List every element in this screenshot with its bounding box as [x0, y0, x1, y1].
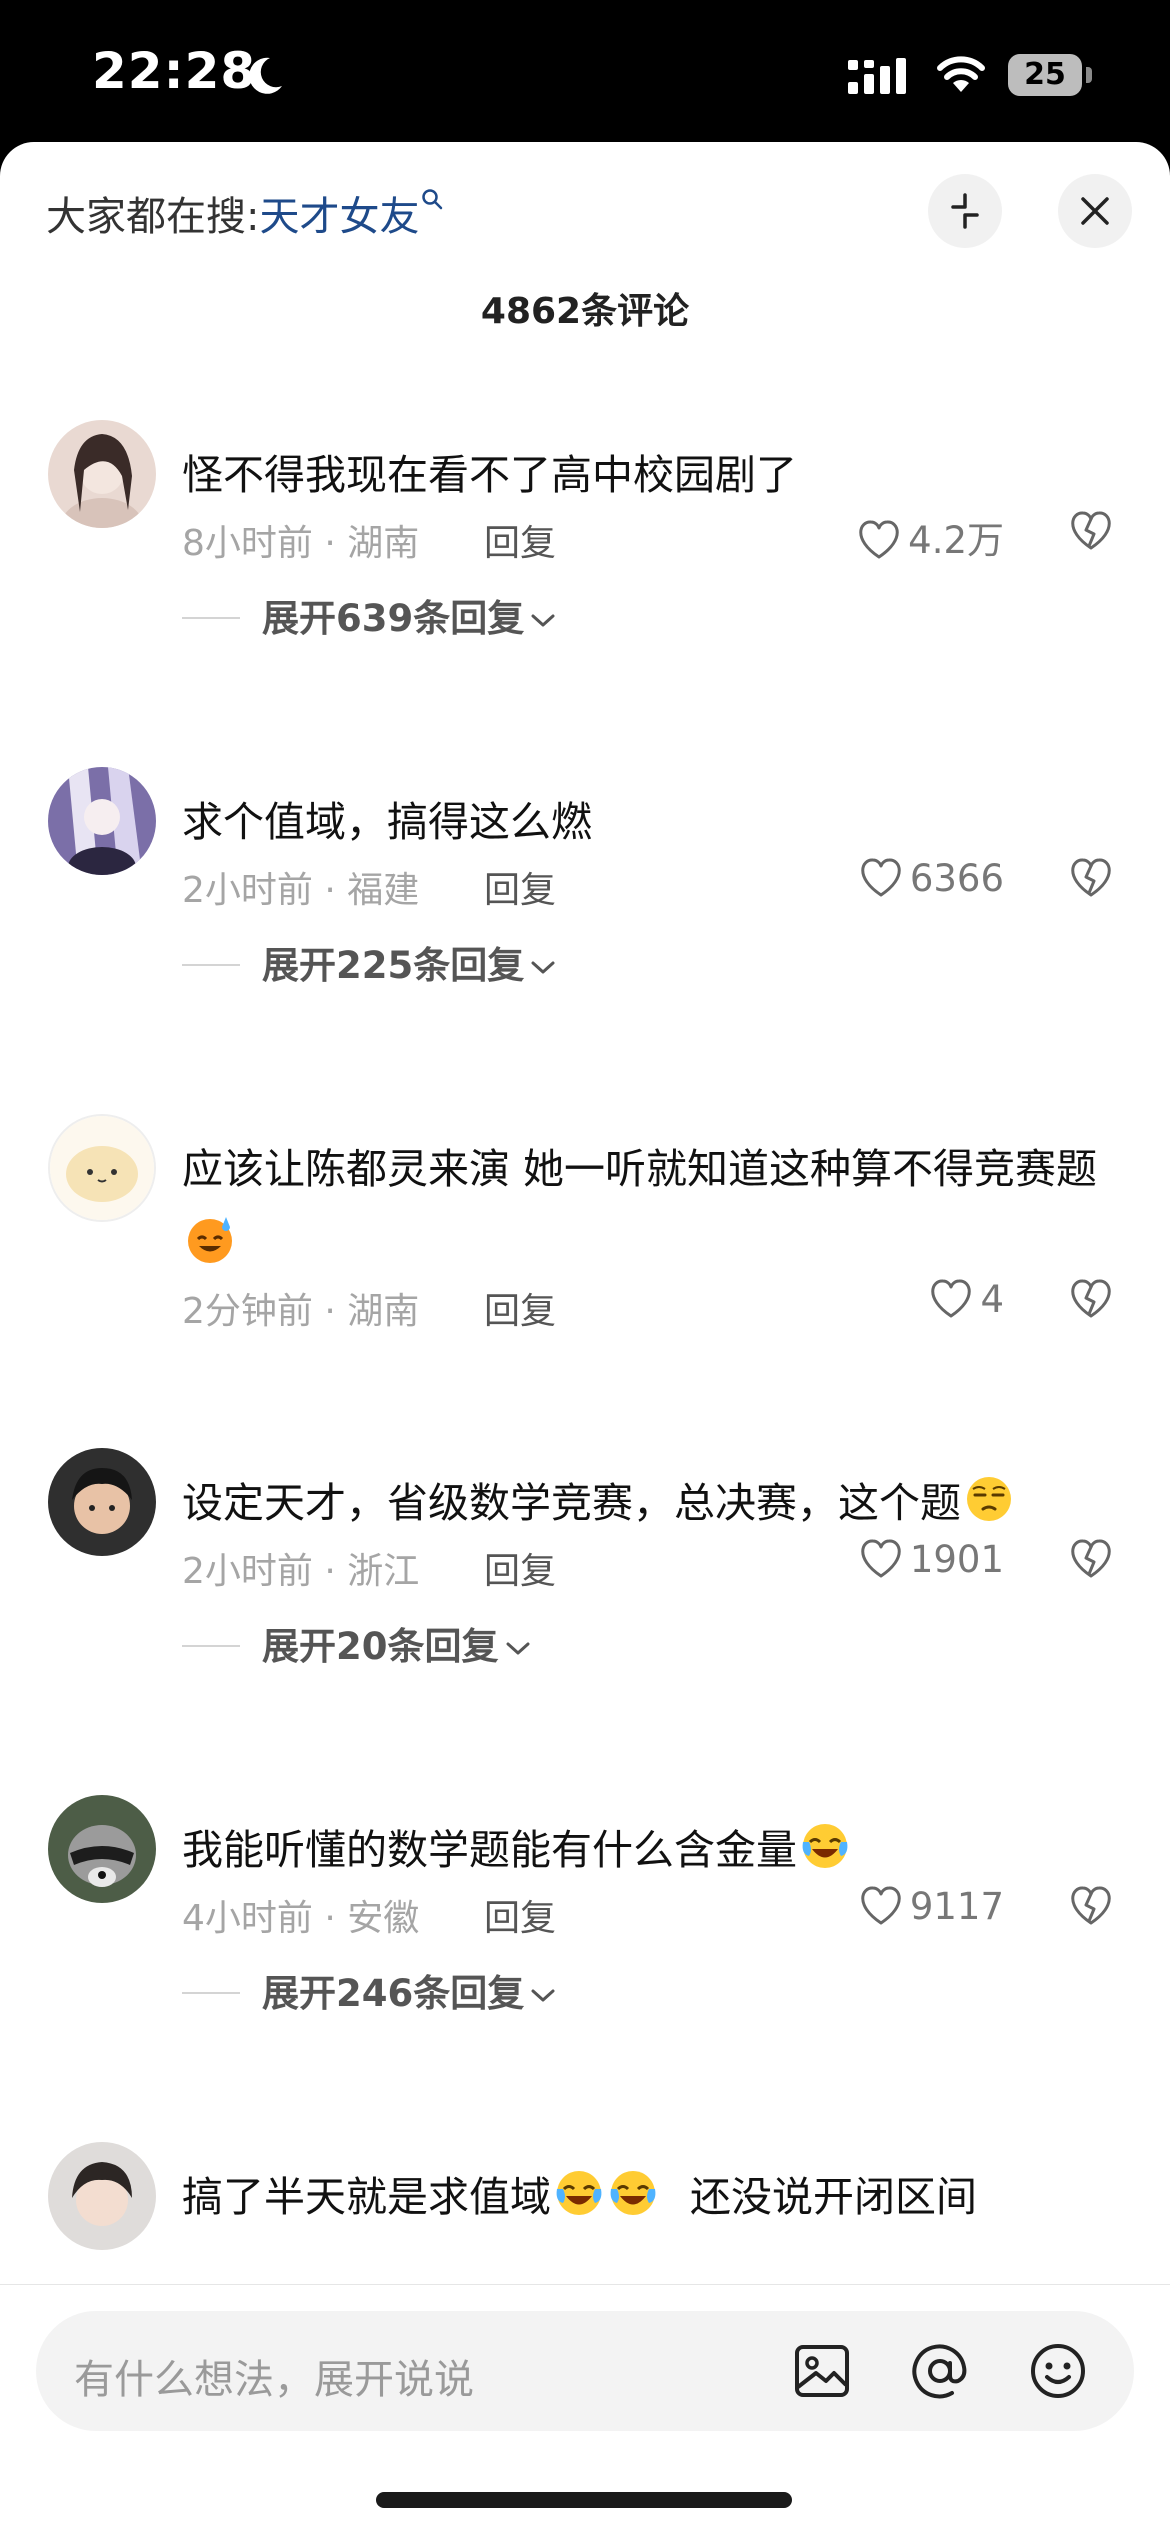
divider — [182, 964, 240, 966]
chevron-down-icon — [531, 614, 555, 627]
like-count: 9117 — [909, 1885, 1004, 1928]
expand-replies[interactable]: 展开20条回复 — [182, 1616, 531, 1670]
unamused-face-emoji-icon — [967, 1477, 1011, 1521]
divider — [182, 1992, 240, 1994]
reply-button[interactable]: 回复 — [484, 861, 556, 913]
chevron-down-icon — [531, 1989, 555, 2002]
comment-text: 设定天才，省级数学竞赛，总决赛，这个题 — [182, 1466, 1122, 1540]
comment-text: 求个值域，搞得这么燃 — [182, 798, 592, 846]
input-placeholder: 有什么想法，展开说说 — [74, 2357, 474, 2403]
comment-text-content: 设定天才，省级数学竞赛，总决赛，这个题 — [182, 1479, 961, 1527]
comment-meta: 2小时前 · 福建 — [182, 870, 420, 911]
dislike-icon[interactable] — [1068, 857, 1114, 899]
heart-icon — [861, 1539, 901, 1578]
like-count: 4.2万 — [908, 519, 1004, 562]
divider — [182, 617, 240, 619]
reply-button[interactable]: 回复 — [484, 1282, 556, 1334]
status-time: 22:28 — [92, 42, 257, 100]
comment-text: 应该让陈都灵来演 她一听就知道这种算不得竞赛题 — [182, 1132, 1142, 1280]
search-prefix: 大家都在搜: — [46, 194, 260, 240]
expand-label: 展开20条回复 — [262, 1625, 499, 1668]
like-button[interactable]: 9117 — [842, 1885, 1004, 1928]
battery-icon: 25 — [1008, 54, 1082, 96]
avatar[interactable] — [48, 767, 156, 875]
search-keyword[interactable]: 天才女友 — [259, 194, 419, 240]
dislike-icon[interactable] — [1068, 1278, 1114, 1320]
reply-button[interactable]: 回复 — [484, 1889, 556, 1941]
comment-text-content: 我能听懂的数学题能有什么含金量 — [182, 1826, 797, 1874]
comment-text-content: 还没说开闭区间 — [690, 2173, 978, 2221]
heart-icon — [861, 1886, 901, 1925]
heart-icon — [931, 1279, 972, 1318]
crying-laughing-emoji-icon — [610, 2171, 656, 2215]
chevron-down-icon — [531, 961, 555, 974]
comment-text-content: 应该让陈都灵来演 她一听就知道这种算不得竞赛题 — [182, 1145, 1098, 1193]
expand-label: 展开225条回复 — [262, 944, 525, 987]
expand-label: 展开639条回复 — [262, 597, 525, 640]
dislike-icon[interactable] — [1068, 1885, 1114, 1927]
chevron-down-icon — [506, 1642, 529, 1655]
collapse-button[interactable] — [928, 174, 1002, 248]
heart-icon — [859, 520, 899, 559]
comment-meta: 2分钟前 · 湖南 — [182, 1291, 420, 1332]
cellular-signal-icon — [848, 58, 906, 94]
crying-laughing-emoji-icon — [802, 1824, 848, 1868]
status-bar: 22:28 25 — [0, 0, 1170, 140]
home-indicator[interactable] — [376, 2492, 792, 2508]
crying-laughing-emoji-icon — [556, 2171, 602, 2215]
collapse-icon — [951, 193, 979, 229]
reply-button[interactable]: 回复 — [484, 514, 556, 566]
like-button[interactable]: 6366 — [842, 857, 1004, 900]
comment-sheet: 大家都在搜:天才女友 4862条评论 怪不得我现在看不了高中校园剧了 8小时前 … — [0, 142, 1170, 2532]
search-icon — [422, 189, 443, 210]
like-button[interactable]: 4 — [842, 1278, 1004, 1321]
avatar[interactable] — [48, 1114, 156, 1222]
expand-replies[interactable]: 展开225条回复 — [182, 935, 556, 989]
avatar[interactable] — [48, 420, 156, 528]
at-icon[interactable] — [910, 2341, 970, 2401]
avatar[interactable] — [48, 2142, 156, 2250]
moon-icon — [249, 57, 282, 94]
search-suggestion[interactable]: 大家都在搜:天才女友 — [46, 184, 443, 242]
comment-input[interactable]: 有什么想法，展开说说 — [36, 2311, 1134, 2431]
image-icon[interactable] — [792, 2341, 852, 2401]
battery-nub — [1086, 67, 1092, 83]
comment-text-content: 搞了半天就是求值域 — [182, 2173, 551, 2221]
comment-text: 我能听懂的数学题能有什么含金量 — [182, 1813, 1122, 1887]
wifi-icon — [937, 56, 985, 92]
comment-meta: 2小时前 · 浙江 — [182, 1551, 420, 1592]
dislike-icon[interactable] — [1068, 510, 1114, 552]
dislike-icon[interactable] — [1068, 1538, 1114, 1580]
reply-button[interactable]: 回复 — [484, 1542, 556, 1594]
like-count: 1901 — [909, 1538, 1004, 1581]
close-button[interactable] — [1058, 174, 1132, 248]
sweat-smile-emoji-icon — [188, 1217, 232, 1263]
expand-label: 展开246条回复 — [262, 1972, 525, 2015]
comment-meta: 4小时前 · 安徽 — [182, 1898, 420, 1939]
comment-meta: 8小时前 · 湖南 — [182, 523, 420, 564]
avatar[interactable] — [48, 1795, 156, 1903]
emoji-icon[interactable] — [1028, 2341, 1088, 2401]
heart-icon — [861, 858, 901, 897]
like-count: 4 — [980, 1278, 1004, 1321]
expand-replies[interactable]: 展开246条回复 — [182, 1963, 556, 2017]
comment-text: 搞了半天就是求值域 还没说开闭区间 — [182, 2160, 1122, 2234]
comment-text: 怪不得我现在看不了高中校园剧了 — [182, 451, 797, 499]
divider — [182, 1645, 240, 1647]
like-button[interactable]: 1901 — [842, 1538, 1004, 1581]
close-icon — [1081, 197, 1109, 225]
avatar[interactable] — [48, 1448, 156, 1556]
expand-replies[interactable]: 展开639条回复 — [182, 588, 556, 642]
comment-count: 4862条评论 — [480, 291, 690, 332]
like-button[interactable]: 4.2万 — [842, 510, 1004, 564]
like-count: 6366 — [909, 857, 1004, 900]
